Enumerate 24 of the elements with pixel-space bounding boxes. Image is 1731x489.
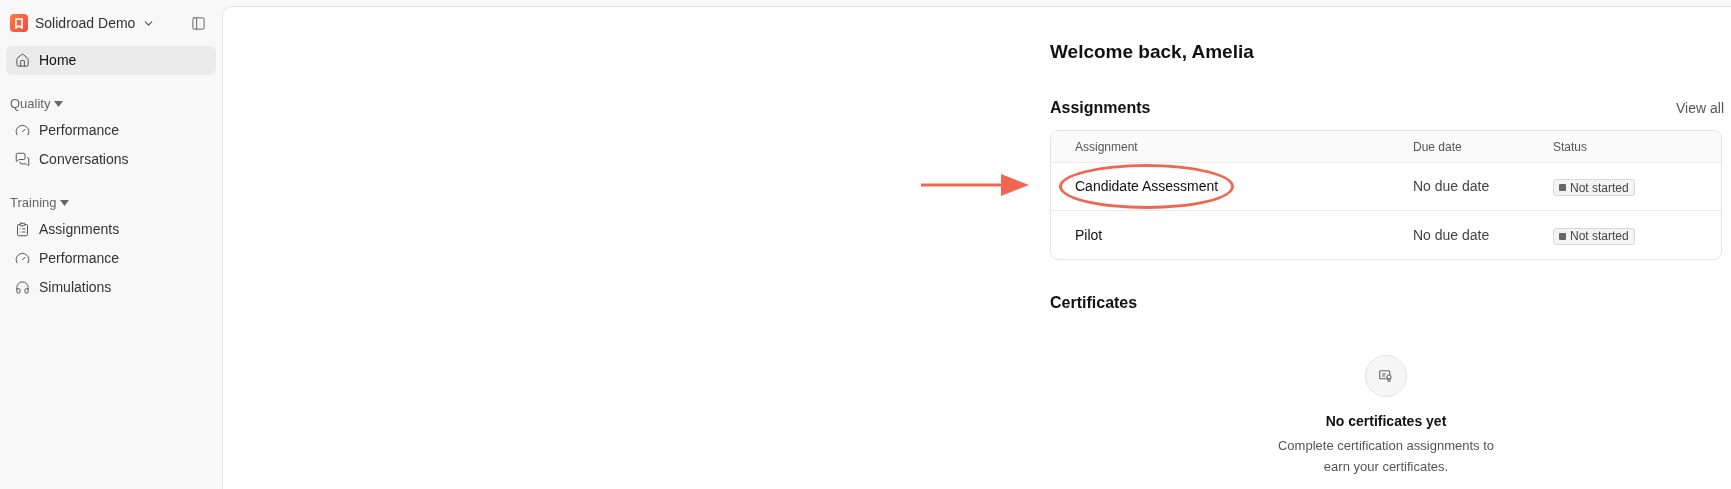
sidebar-item[interactable]: Home bbox=[6, 46, 216, 75]
empty-state-text: Complete certification assignments to earn your certificates. bbox=[1276, 437, 1495, 476]
assignment-name[interactable]: Candidate Assessment bbox=[1075, 178, 1219, 194]
section-toggle[interactable]: Quality bbox=[6, 92, 216, 116]
empty-state-title: No certificates yet bbox=[1325, 412, 1447, 431]
column-header: Status bbox=[1553, 138, 1589, 156]
page-title: Welcome back, Amelia bbox=[1050, 40, 1255, 64]
column-header: Assignment bbox=[1074, 138, 1139, 156]
view-all-link[interactable]: View all bbox=[1676, 97, 1724, 119]
status-badge: Not started bbox=[1553, 179, 1635, 196]
sidebar-item[interactable]: Performance bbox=[6, 244, 216, 273]
status-badge: Not started bbox=[1553, 227, 1635, 245]
sidebar-item[interactable]: Performance bbox=[6, 116, 216, 145]
sidebar-item[interactable]: Simulations bbox=[6, 273, 216, 302]
due-date: No due date bbox=[1413, 177, 1491, 196]
workspace-switcher[interactable]: Solidroad Demo bbox=[10, 12, 156, 34]
column-header: Due date bbox=[1413, 138, 1463, 156]
sidebar-item[interactable]: Conversations bbox=[6, 145, 216, 174]
sidebar-item[interactable]: Assignments bbox=[6, 215, 216, 244]
section-heading: Assignments bbox=[1050, 98, 1151, 118]
due-date: No due date bbox=[1413, 225, 1491, 245]
section-toggle[interactable]: Training bbox=[6, 191, 216, 215]
assignment-name[interactable]: Pilot bbox=[1075, 226, 1103, 243]
section-heading: Certificates bbox=[1050, 293, 1139, 313]
